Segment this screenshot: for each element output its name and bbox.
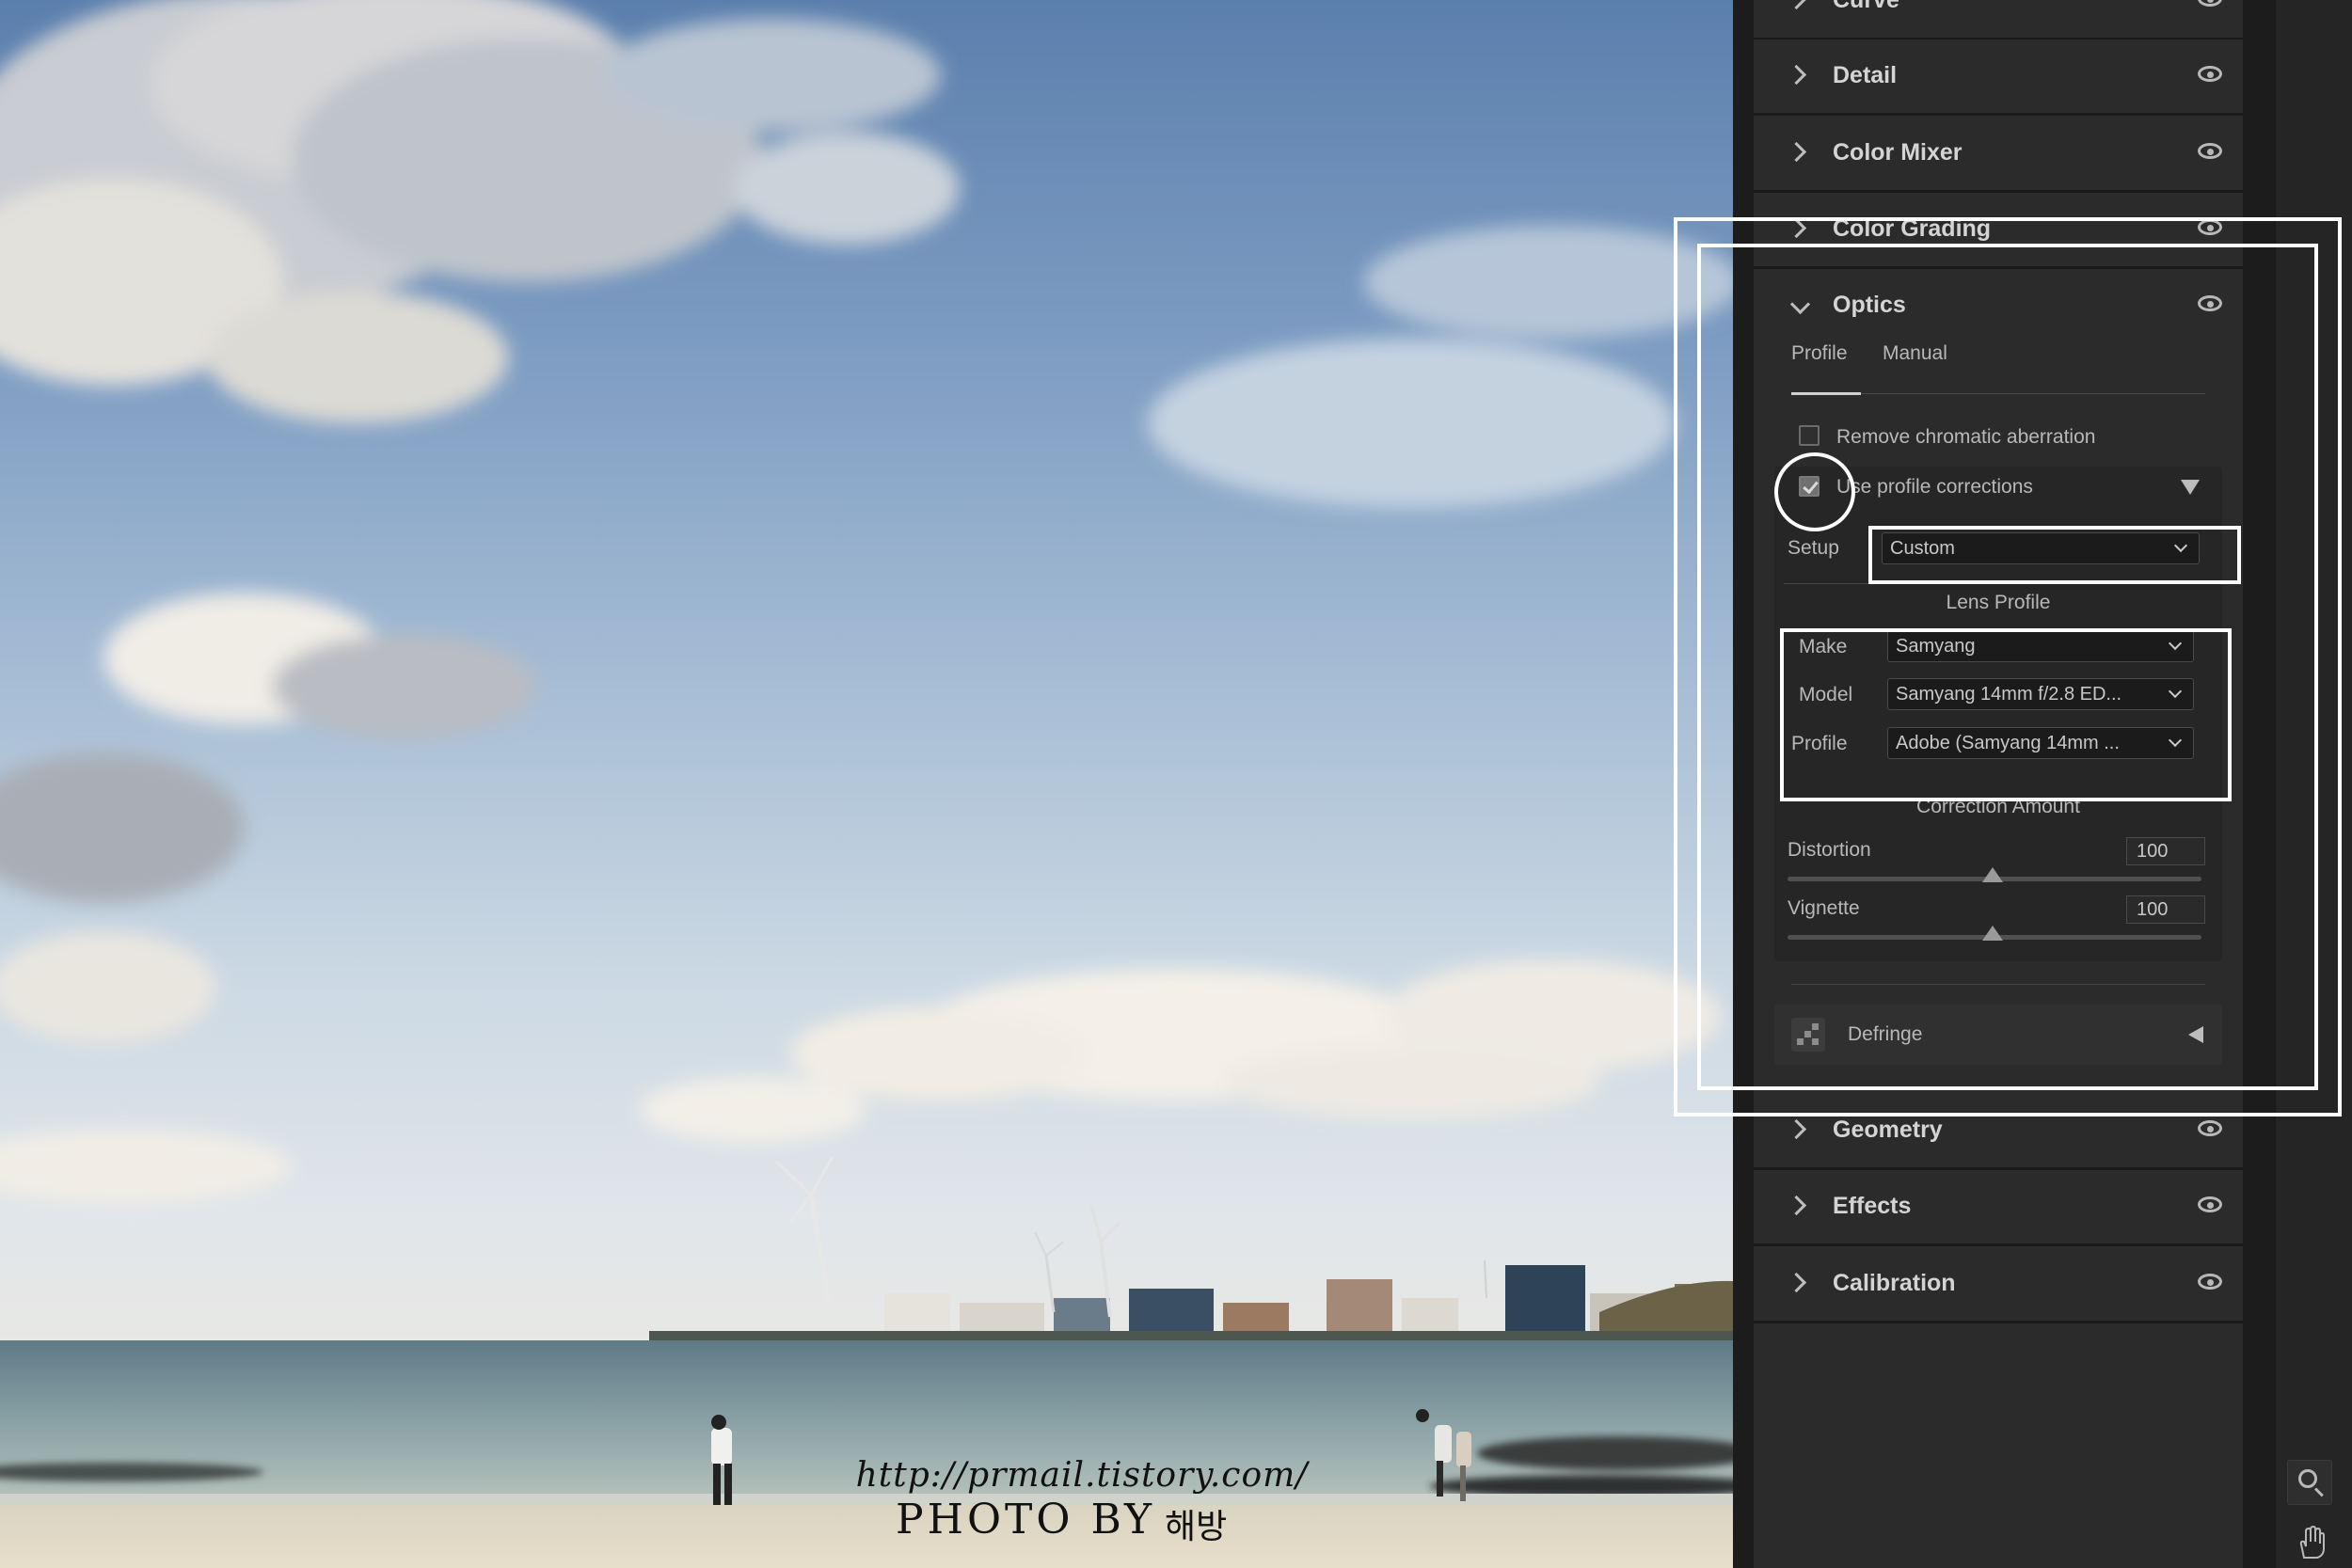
eye-icon[interactable] [2198,66,2222,82]
photo-canvas: http://prmail.tistory.com/ PHOTO BY 해방 [0,0,1733,1568]
clouds [0,0,1733,1204]
chevron-right-icon [1786,64,1807,86]
chevron-right-icon [1786,0,1807,10]
section-title: Curve [1833,0,1899,13]
annotation-lens-profile-box [1780,628,2232,801]
annotation-setup-box [1868,526,2241,584]
section-detail[interactable]: Detail [1754,40,2243,116]
eye-icon[interactable] [2198,143,2222,159]
eye-icon[interactable] [2198,1196,2222,1212]
section-title: Detail [1833,62,1898,88]
beach-photo [0,0,1733,1568]
annotation-checkbox-circle [1774,452,1855,531]
section-calibration[interactable]: Calibration [1754,1247,2243,1323]
coastline [649,1156,1733,1352]
section-title: Calibration [1833,1270,1956,1296]
zoom-icon[interactable] [2287,1460,2332,1505]
eye-icon[interactable] [2198,1120,2222,1136]
eye-icon[interactable] [2198,1274,2222,1290]
chevron-right-icon [1786,1272,1807,1293]
section-effects[interactable]: Effects [1754,1170,2243,1246]
section-title: Color Mixer [1833,139,1963,166]
eye-icon[interactable] [2198,0,2222,7]
sand [0,1505,1733,1568]
chevron-right-icon [1786,141,1807,163]
hand-icon[interactable] [2296,1526,2328,1560]
chevron-right-icon [1786,1118,1807,1140]
section-curve[interactable]: Curve [1754,0,2243,40]
watermark-url: http://prmail.tistory.com/ [855,1456,1309,1495]
watermark-photo-by: PHOTO BY [896,1496,1156,1544]
watermark-author: 해방 [1165,1508,1228,1546]
section-color-mixer[interactable]: Color Mixer [1754,117,2243,193]
section-title: Geometry [1833,1117,1943,1143]
chevron-right-icon [1786,1195,1807,1216]
section-title: Effects [1833,1193,1912,1219]
